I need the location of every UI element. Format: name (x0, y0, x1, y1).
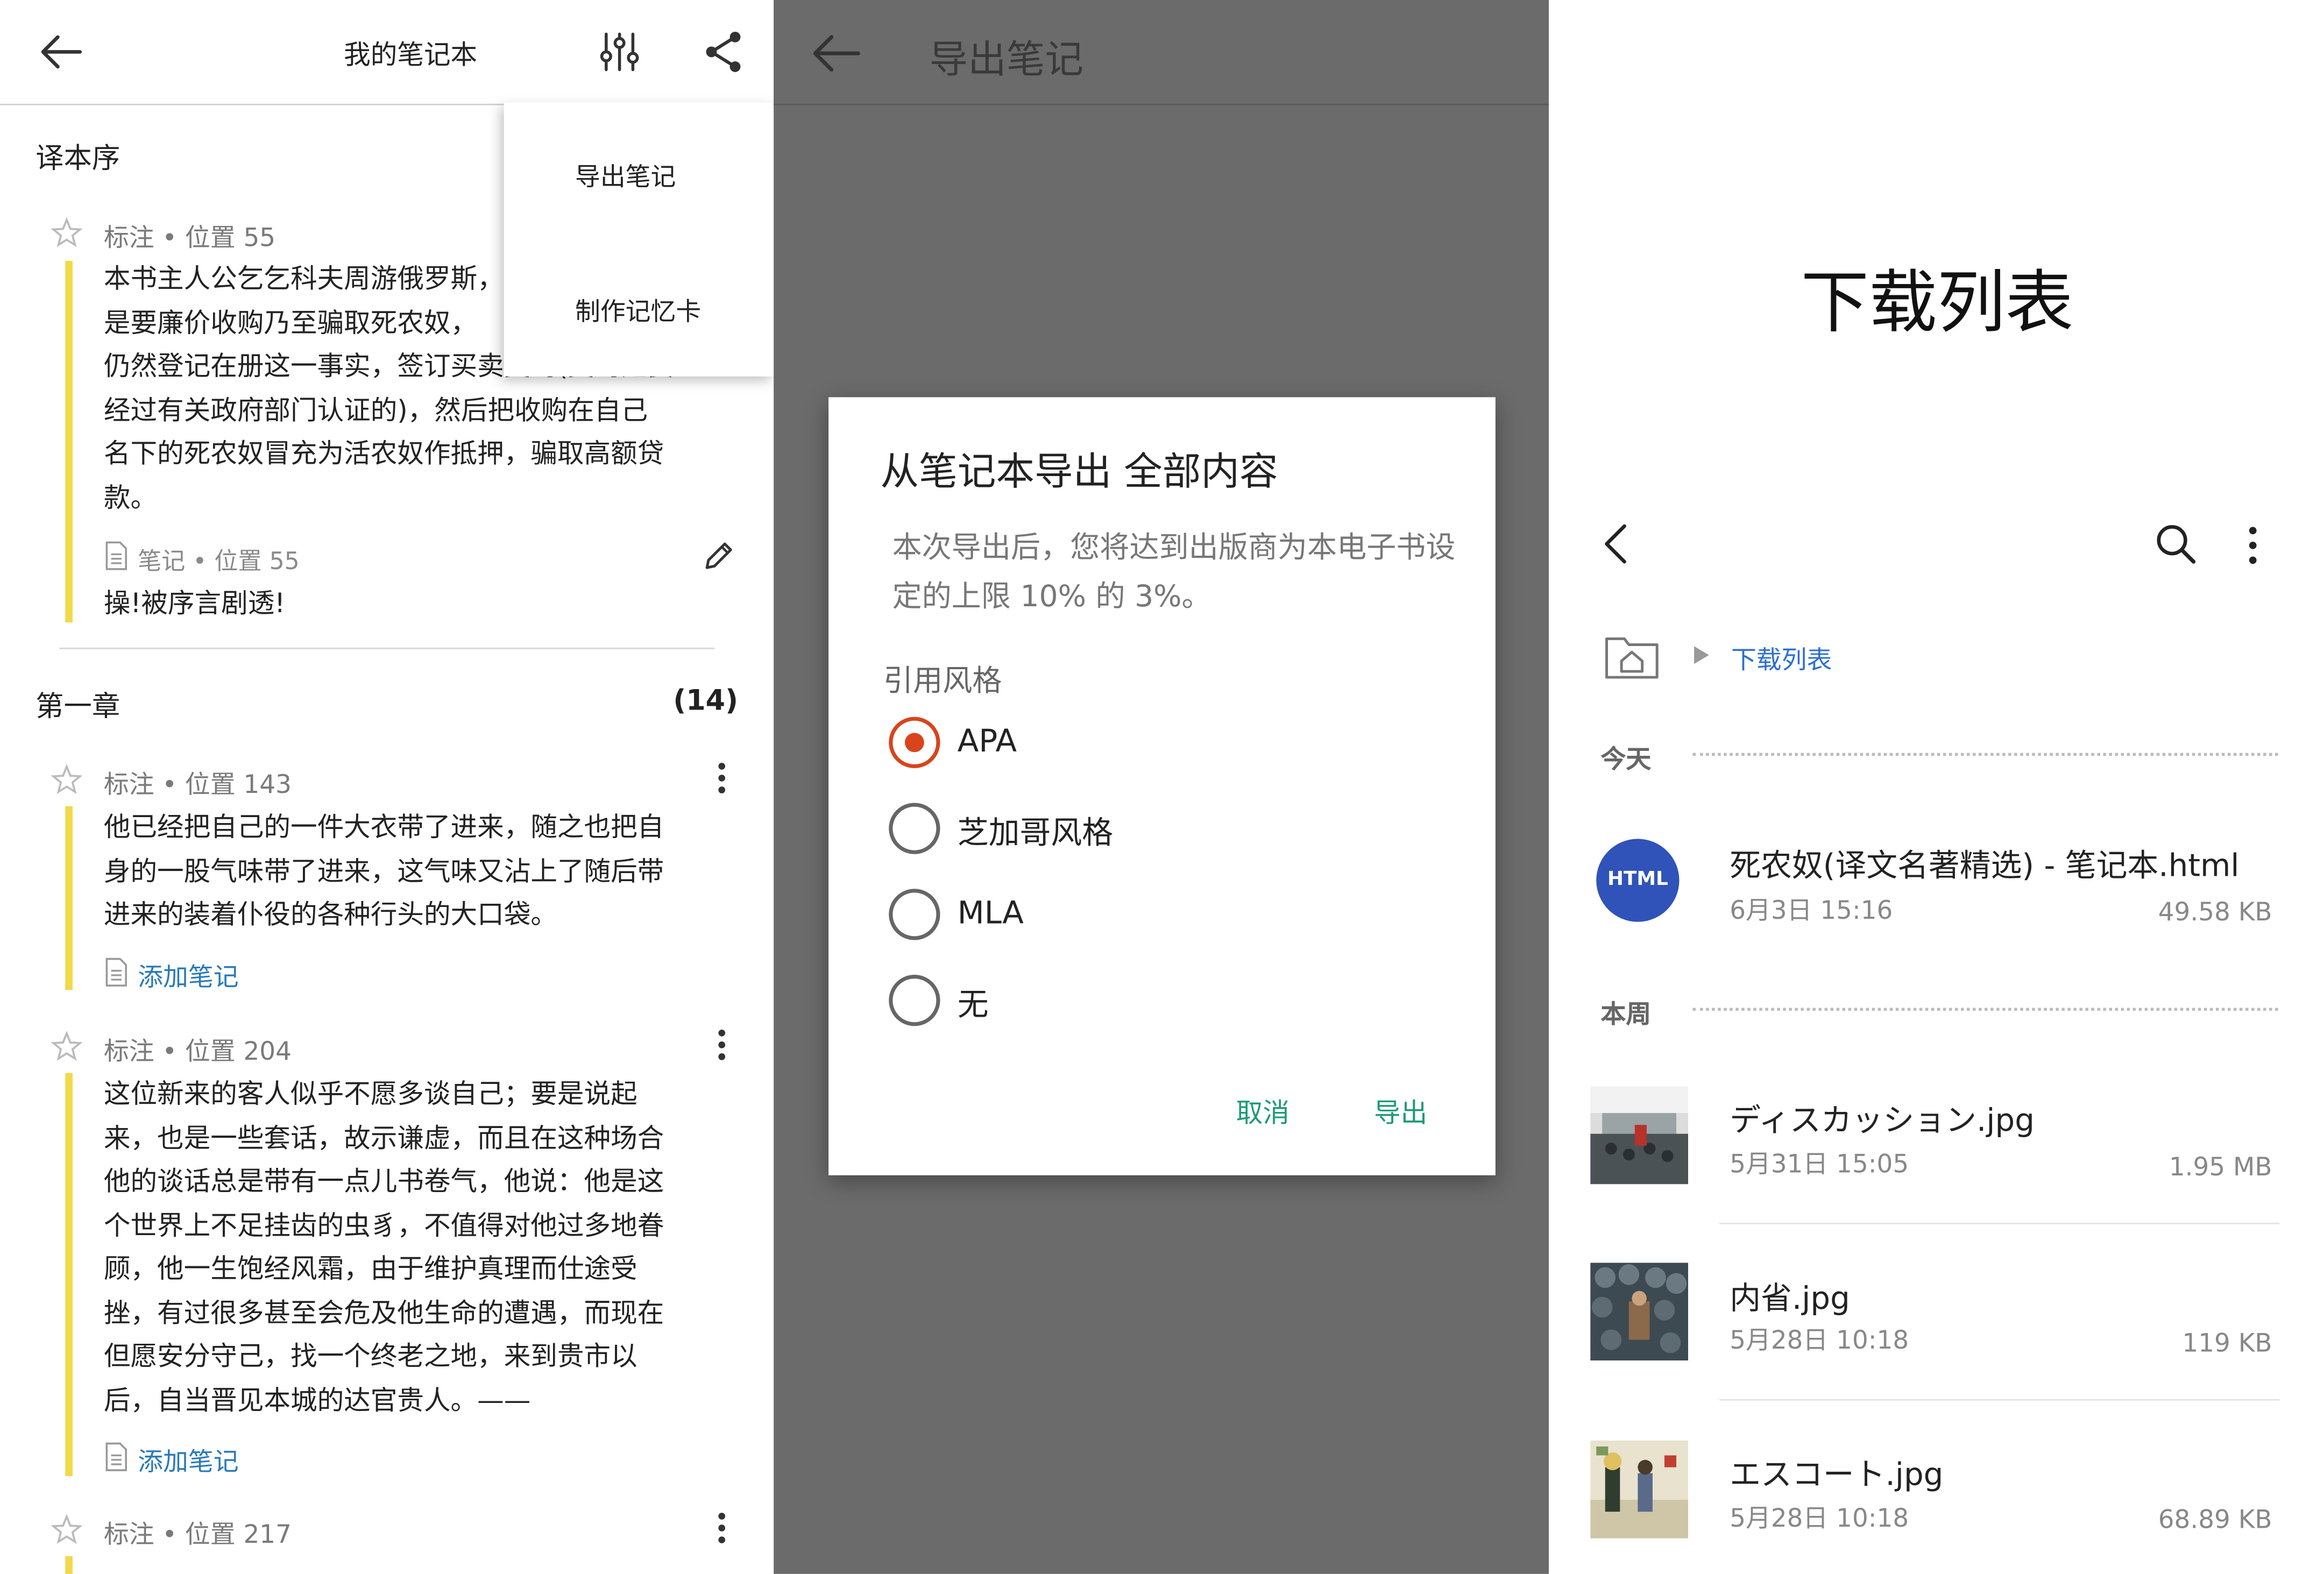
highlight-bar (65, 1556, 73, 1574)
more-vertical-icon[interactable] (717, 1029, 726, 1061)
radio-option-apa[interactable]: APA (958, 723, 1017, 758)
annotation-meta: 标注 • 位置 204 (103, 1037, 292, 1067)
add-note-link[interactable]: 添加笔记 (138, 1441, 238, 1478)
star-icon[interactable] (51, 1030, 83, 1063)
back-chevron-icon[interactable] (1602, 522, 1629, 566)
page-title: 导出笔记 (929, 38, 1084, 83)
image-thumbnail-icon[interactable] (1590, 1440, 1689, 1538)
radio-unselected-icon[interactable] (888, 974, 941, 1027)
overflow-menu: 导出笔记 制作记忆卡 (504, 102, 774, 377)
breadcrumb-arrow-icon (1694, 646, 1709, 664)
filter-sliders-icon[interactable] (599, 31, 640, 73)
annotation-text: 他已经把自己的一件大衣带了进来，随之也把自 身的一股气味带了进来，这气味又沾上了… (103, 812, 664, 931)
cancel-button[interactable]: 取消 (1236, 1093, 1289, 1131)
radio-option-none[interactable]: 无 (958, 981, 989, 1026)
note-doc-icon (105, 958, 127, 987)
highlight-bar (65, 806, 73, 990)
star-icon[interactable] (51, 763, 83, 796)
dialog-message: 本次导出后，您将达到出版商为本电子书设定的上限 10% 的 3%。 (892, 529, 1456, 614)
file-date: 5月28日 10:18 (1730, 1504, 1909, 1534)
search-icon[interactable] (2155, 523, 2197, 565)
back-arrow-icon[interactable] (811, 33, 861, 74)
image-thumbnail-icon[interactable] (1590, 1086, 1689, 1185)
notebook-panel: 我的笔记本 译本序 标注 • 位置 55 本书主人公乞乞科夫周游俄罗斯， 是要廉… (0, 0, 774, 1574)
export-header: 导出笔记 (774, 0, 1549, 105)
image-thumbnail-icon[interactable] (1590, 1263, 1689, 1361)
section-title: 第一章 (36, 690, 121, 724)
dialog-title: 从笔记本导出 全部内容 (880, 450, 1278, 495)
file-name[interactable]: 死农奴(译文名著精选) - 笔记本.html (1730, 842, 2239, 887)
file-size: 49.58 KB (2158, 898, 2272, 928)
note-doc-icon (105, 541, 127, 570)
page-title: 我的笔记本 (344, 40, 478, 72)
radio-unselected-icon[interactable] (888, 888, 941, 941)
group-header: 本周 (1600, 1000, 1652, 1030)
note-text: 操!被序言剧透! (103, 588, 286, 620)
highlight-bar (65, 1073, 73, 1477)
add-note-link[interactable]: 添加笔记 (138, 956, 238, 993)
divider (59, 647, 714, 649)
divider (1719, 1399, 2280, 1401)
file-name[interactable]: 内省.jpg (1730, 1274, 1850, 1319)
more-vertical-icon[interactable] (2248, 526, 2257, 565)
star-icon[interactable] (51, 1513, 83, 1546)
file-name[interactable]: エスコート.jpg (1730, 1451, 1943, 1495)
section-count: (14) (673, 684, 739, 718)
export-button[interactable]: 导出 (1374, 1093, 1427, 1131)
highlight-bar (65, 260, 73, 623)
note-doc-icon (105, 1442, 127, 1471)
annotation-text: …… (104, 1556, 712, 1574)
dotted-divider (1692, 753, 2278, 756)
share-icon[interactable] (703, 30, 744, 74)
note-meta: 笔记 • 位置 55 (138, 547, 300, 575)
home-folder-icon[interactable] (1604, 630, 1660, 680)
radio-option-mla[interactable]: MLA (958, 895, 1024, 931)
html-file-icon: HTML (1596, 839, 1680, 922)
file-date: 5月28日 10:18 (1730, 1326, 1909, 1356)
star-icon[interactable] (51, 216, 83, 249)
file-name[interactable]: ディスカッション.jpg (1730, 1097, 2035, 1141)
annotation-text: 这位新来的客人似乎不愿多谈自己；要是说起 来，也是一些套话，故示谦虚，而且在这种… (103, 1079, 664, 1416)
citation-style-label: 引用风格 (883, 662, 1002, 698)
export-dialog: 从笔记本导出 全部内容 本次导出后，您将达到出版商为本电子书设定的上限 10% … (828, 397, 1496, 1175)
file-date: 5月31日 15:05 (1730, 1150, 1909, 1180)
file-size: 119 KB (2182, 1329, 2272, 1359)
annotation-meta: 标注 • 位置 143 (103, 770, 292, 800)
menu-item-make-flashcards[interactable]: 制作记忆卡 (575, 290, 701, 328)
section-title: 译本序 (36, 142, 121, 175)
notebook-header: 我的笔记本 (0, 0, 774, 105)
back-arrow-icon[interactable] (39, 33, 83, 72)
file-size: 68.89 KB (2158, 1506, 2272, 1536)
file-size: 1.95 MB (2169, 1153, 2272, 1183)
page-title: 下载列表 (1801, 262, 2074, 343)
radio-option-chicago[interactable]: 芝加哥风格 (958, 809, 1113, 854)
more-vertical-icon[interactable] (717, 1512, 726, 1544)
menu-item-export-notes[interactable]: 导出笔记 (575, 155, 676, 193)
radio-selected-icon[interactable] (888, 716, 941, 769)
dotted-divider (1692, 1008, 2278, 1011)
downloads-panel: 下载列表 下载列表 今天 HTML 死农奴(译文名著精选) - 笔记本.html… (1549, 0, 2324, 1574)
breadcrumb[interactable]: 下载列表 (1731, 639, 1832, 676)
annotation-meta: 标注 • 位置 55 (103, 224, 276, 254)
radio-unselected-icon[interactable] (888, 802, 941, 855)
edit-pencil-icon[interactable] (703, 540, 735, 572)
divider (1719, 1222, 2280, 1224)
group-header: 今天 (1600, 745, 1652, 775)
file-date: 6月3日 15:16 (1730, 896, 1893, 926)
export-panel: 导出笔记 从笔记本导出 全部内容 本次导出后，您将达到出版商为本电子书设定的上限… (774, 0, 1549, 1574)
more-vertical-icon[interactable] (717, 762, 726, 795)
annotation-meta: 标注 • 位置 217 (103, 1520, 292, 1550)
